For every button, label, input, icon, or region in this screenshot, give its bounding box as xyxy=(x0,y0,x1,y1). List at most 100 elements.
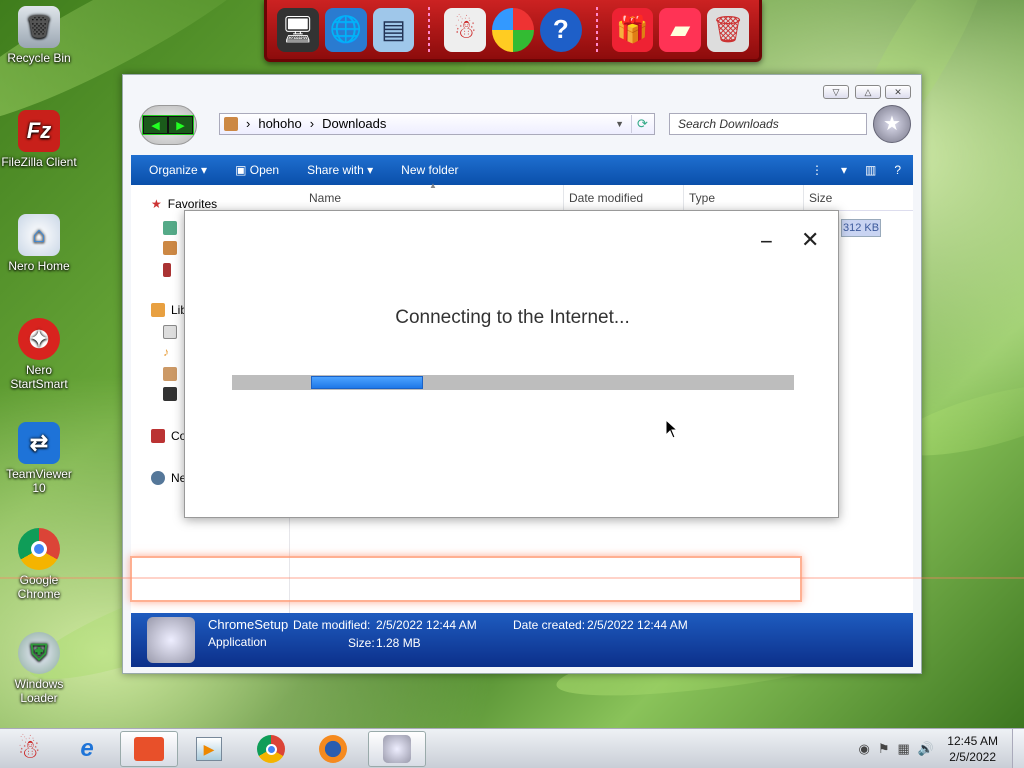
back-arrow-icon[interactable]: ◀ xyxy=(144,117,167,133)
libraries-icon xyxy=(151,303,165,317)
action-center-flag-icon[interactable]: ⚑ xyxy=(878,741,890,757)
sidebar-item-desktop[interactable] xyxy=(163,221,177,235)
address-bar[interactable]: › hohoho › Downloads ▼ xyxy=(219,113,655,135)
gift-icon[interactable]: 🎁 xyxy=(611,7,654,52)
sidebar-item-pictures[interactable] xyxy=(163,367,177,381)
close-icon[interactable]: ✕ xyxy=(801,227,819,253)
preview-pane-icon[interactable]: ▥ xyxy=(865,163,876,177)
desktop-icon-filezilla[interactable]: Fz FileZilla Client xyxy=(0,110,78,169)
column-name[interactable]: Name xyxy=(309,191,341,205)
sidebar-item-favorites[interactable]: ★ Favorites xyxy=(151,197,217,211)
column-divider[interactable] xyxy=(563,185,564,211)
minimize-icon[interactable]: − xyxy=(760,229,773,255)
navigation-bar: ◀ ▶ › hohoho › Downloads ▼ ⟳ Search Down… xyxy=(123,105,921,153)
network-icon xyxy=(151,471,165,485)
column-type[interactable]: Type xyxy=(689,191,715,205)
sidebar-item-recent[interactable] xyxy=(163,263,171,277)
details-file-name: ChromeSetup xyxy=(208,617,289,632)
column-date-modified[interactable]: Date modified xyxy=(569,191,643,205)
view-options-icon[interactable]: ⋮ xyxy=(811,163,823,177)
taskbar-media-player[interactable]: ▶ xyxy=(180,731,238,767)
sidebar-item-network[interactable]: Ne xyxy=(151,471,186,485)
sidebar-item-videos[interactable] xyxy=(163,387,177,401)
desktop-icon-recycle-bin[interactable]: 🗑 Recycle Bin xyxy=(0,6,78,65)
folder-icon xyxy=(134,737,164,761)
taskbar-explorer[interactable] xyxy=(120,731,178,767)
help-icon[interactable]: ? xyxy=(894,163,901,177)
sidebar-item-documents[interactable] xyxy=(163,325,177,339)
recent-places-icon xyxy=(163,263,171,277)
search-input[interactable]: Search Downloads xyxy=(669,113,867,135)
share-with-menu[interactable]: Share with ▾ xyxy=(307,163,373,177)
music-icon: ♪ xyxy=(163,345,169,359)
sidebar-item-libraries[interactable]: Lib xyxy=(151,303,187,317)
desktop-icon-teamviewer[interactable]: ⇄ TeamViewer 10 xyxy=(0,422,78,495)
open-button[interactable]: ▣ Open xyxy=(235,163,279,177)
open-label: Open xyxy=(249,163,280,177)
desktop-icon-nero-home[interactable]: ⌂ Nero Home xyxy=(0,214,78,273)
recycle-bin-icon: 🗑 xyxy=(18,6,60,48)
pictures-icon xyxy=(163,367,177,381)
organize-label: Organize xyxy=(149,163,198,177)
start-button[interactable]: ☃ xyxy=(0,731,58,767)
network-icon[interactable]: ▦ xyxy=(898,741,910,757)
window-close-button[interactable]: ✕ xyxy=(885,85,911,99)
taskbar: ☃ e ▶ ◉ ⚑ ▦ 🔊 12:45 AM 2/5/2022 xyxy=(0,728,1024,768)
sidebar-item-computer[interactable]: Co xyxy=(151,429,186,443)
firefox-icon xyxy=(319,735,347,763)
column-divider[interactable] xyxy=(803,185,804,211)
column-size[interactable]: Size xyxy=(809,191,832,205)
forward-arrow-icon[interactable]: ▶ xyxy=(169,117,192,133)
back-forward-buttons: ◀ ▶ xyxy=(139,105,197,145)
refresh-icon[interactable]: ⟳ xyxy=(631,115,653,133)
details-date-created: 2/5/2022 12:44 AM xyxy=(587,618,688,632)
desktop-icon-nero-startsmart[interactable]: ✦ Nero StartSmart xyxy=(0,318,78,391)
chevron-down-icon[interactable]: ▾ xyxy=(841,163,847,177)
folder-icon xyxy=(224,117,238,131)
installer-icon xyxy=(383,735,411,763)
column-divider[interactable] xyxy=(683,185,684,211)
show-desktop-button[interactable] xyxy=(1012,729,1024,768)
system-clock[interactable]: 12:45 AM 2/5/2022 xyxy=(947,733,998,765)
dock-separator xyxy=(595,6,598,53)
sidebar-item-music[interactable]: ♪ xyxy=(163,345,169,359)
details-file-type: Application xyxy=(208,635,267,649)
nero-flame-icon: ✦ xyxy=(18,318,60,360)
control-panel-icon[interactable]: ▤ xyxy=(372,7,415,52)
window-menu-button[interactable]: ▽ xyxy=(823,85,849,99)
taskbar-internet-explorer[interactable]: e xyxy=(58,731,116,767)
installer-dialog: − ✕ Connecting to the Internet... xyxy=(184,210,839,518)
snowman-icon[interactable]: ☃ xyxy=(444,7,487,52)
show-hidden-icons[interactable]: ◉ xyxy=(859,741,870,757)
sidebar-item-downloads[interactable] xyxy=(163,241,177,255)
desktop-icon-label: FileZilla Client xyxy=(1,155,77,169)
desktop-icon-google-chrome[interactable]: Google Chrome xyxy=(0,528,78,601)
windows-orb-icon[interactable] xyxy=(492,7,534,52)
globe-monitor-icon[interactable]: 🌐 xyxy=(324,7,367,52)
progress-bar-fill xyxy=(310,376,424,389)
star-icon[interactable]: ★ xyxy=(873,105,911,143)
desktop-icon-label: TeamViewer 10 xyxy=(6,467,72,495)
desktop-icon-windows-loader[interactable]: ⛨ Windows Loader xyxy=(0,632,78,705)
volume-icon[interactable]: 🔊 xyxy=(918,741,934,757)
desktop-icon xyxy=(163,221,177,235)
chevron-down-icon[interactable]: ▼ xyxy=(615,114,624,134)
taskbar-chrome-setup[interactable] xyxy=(368,731,426,767)
window-maximize-button[interactable]: △ xyxy=(855,85,881,99)
taskbar-chrome[interactable] xyxy=(242,731,300,767)
details-pane: ChromeSetup Application Date modified: 2… xyxy=(131,613,913,667)
taskbar-firefox[interactable] xyxy=(304,731,362,767)
display-icon[interactable]: 🖥 xyxy=(277,7,319,52)
new-folder-button[interactable]: New folder xyxy=(401,163,458,177)
filezilla-icon: Fz xyxy=(18,110,60,152)
organize-menu[interactable]: Organize ▾ xyxy=(149,163,207,177)
folder-icon[interactable]: ▰ xyxy=(659,7,702,52)
help-icon[interactable]: ? xyxy=(539,7,582,52)
breadcrumb-item[interactable]: hohoho xyxy=(258,114,301,134)
windows-shield-icon: ⛨ xyxy=(18,632,60,674)
breadcrumb-separator-icon: › xyxy=(309,116,315,131)
recycle-bin-icon[interactable]: 🗑 xyxy=(707,7,749,52)
breadcrumb-item[interactable]: Downloads xyxy=(322,114,386,134)
file-size-cell[interactable]: 312 KB xyxy=(841,219,881,237)
details-date-created-label: Date created: xyxy=(513,618,586,632)
